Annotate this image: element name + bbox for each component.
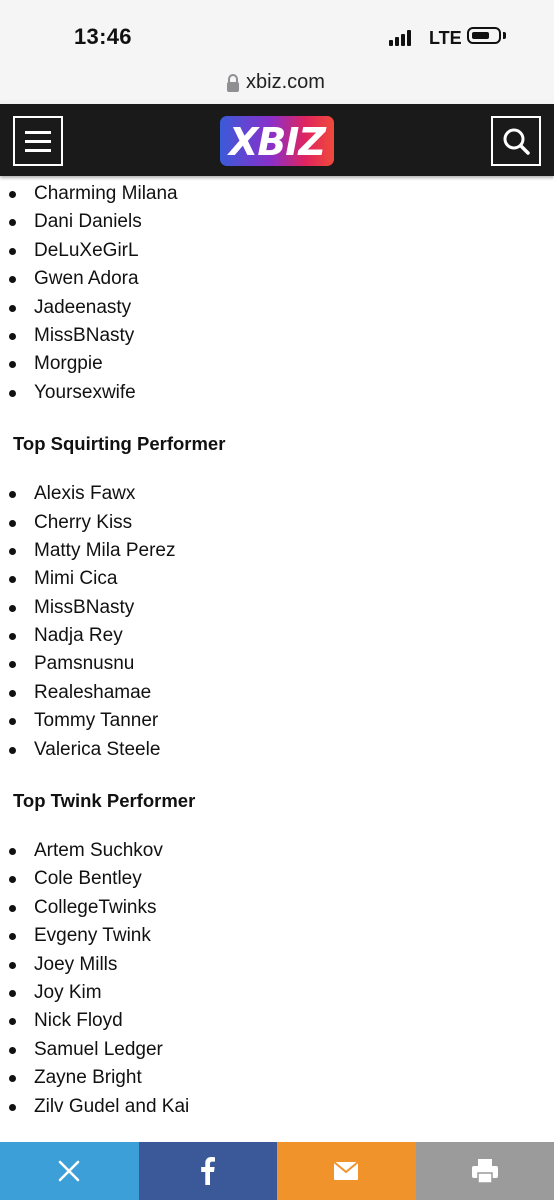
logo-text: XBIZ [229, 120, 326, 164]
x-icon [58, 1160, 80, 1182]
list-item: Yoursexwife [0, 379, 554, 407]
performer-list-2: Alexis Fawx Cherry Kiss Matty Mila Perez… [0, 480, 554, 764]
battery-cap [503, 32, 506, 39]
list-item: Samuel Ledger [0, 1036, 554, 1064]
list-item: Gwen Adora [0, 265, 554, 293]
search-button[interactable] [491, 116, 541, 166]
list-item: Evgeny Twink [0, 922, 554, 950]
list-item: DeLuXeGirL [0, 237, 554, 265]
list-item: Tommy Tanner [0, 707, 554, 735]
list-item: Mimi Cica [0, 565, 554, 593]
list-item: Valerica Steele [0, 736, 554, 764]
list-item: Zilv Gudel and Kai [0, 1093, 554, 1121]
print-icon [471, 1159, 498, 1184]
network-type: LTE [429, 28, 462, 48]
menu-button[interactable] [13, 116, 63, 166]
list-item: Dani Daniels [0, 208, 554, 236]
status-time: 13:46 [74, 24, 132, 49]
list-item: Matty Mila Perez [0, 537, 554, 565]
list-item: Joey Mills [0, 951, 554, 979]
list-item: Morgpie [0, 350, 554, 378]
list-item: Nadja Rey [0, 622, 554, 650]
share-email-button[interactable] [277, 1142, 416, 1200]
list-item: Alexis Fawx [0, 480, 554, 508]
list-item: Pamsnusnu [0, 650, 554, 678]
list-item: Nick Floyd [0, 1007, 554, 1035]
list-item: MissBNasty [0, 322, 554, 350]
performer-list-1: Charming Milana Dani Daniels DeLuXeGirL … [0, 180, 554, 407]
site-header: XBIZ [0, 104, 554, 176]
section-heading: Top Twink Performer [13, 790, 196, 812]
article-content: Charming Milana Dani Daniels DeLuXeGirL … [0, 176, 554, 1142]
list-item: CollegeTwinks [0, 894, 554, 922]
battery-icon [467, 27, 501, 44]
address-bar[interactable]: xbiz.com [0, 62, 554, 104]
performer-list-3: Artem Suchkov Cole Bentley CollegeTwinks… [0, 837, 554, 1121]
list-item: Cherry Kiss [0, 509, 554, 537]
list-item: Joy Kim [0, 979, 554, 1007]
share-facebook-button[interactable] [138, 1142, 277, 1200]
section-heading: Top Squirting Performer [13, 433, 226, 455]
list-item: Artem Suchkov [0, 837, 554, 865]
list-item: Jadeenasty [0, 294, 554, 322]
status-bar: 13:46 LTE [0, 0, 554, 62]
share-bar [0, 1142, 554, 1200]
list-item: Cole Bentley [0, 865, 554, 893]
url-text[interactable]: xbiz.com [246, 71, 325, 94]
mail-icon [333, 1161, 359, 1180]
share-x-button[interactable] [0, 1142, 139, 1200]
list-item: Zayne Bright [0, 1064, 554, 1092]
signal-strength-icon [389, 30, 415, 46]
print-button[interactable] [415, 1142, 554, 1200]
list-item: Realeshamae [0, 679, 554, 707]
xbiz-logo[interactable]: XBIZ [220, 116, 334, 166]
facebook-icon [200, 1157, 215, 1185]
list-item: Charming Milana [0, 180, 554, 208]
list-item: MissBNasty [0, 594, 554, 622]
lock-icon [227, 74, 239, 92]
search-icon [503, 128, 530, 155]
